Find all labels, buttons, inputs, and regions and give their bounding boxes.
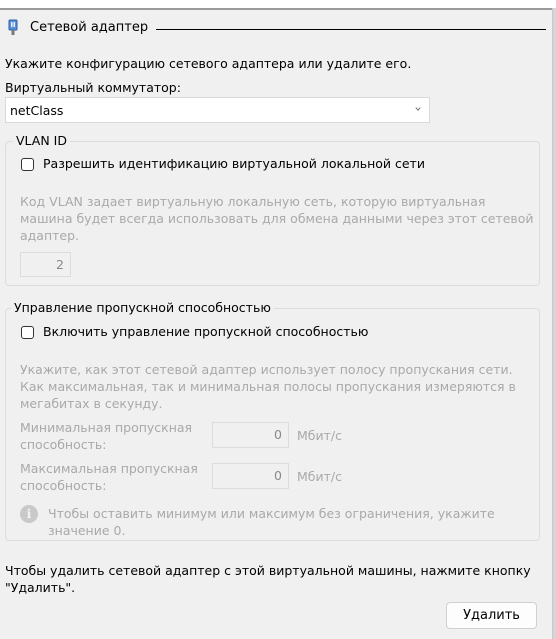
vlan-id-input[interactable]: 2 xyxy=(20,252,71,277)
bandwidth-description-line-1: Укажите, как этот сетевой адаптер исполь… xyxy=(20,362,513,377)
min-bandwidth-label-line-1: Минимальная пропускная xyxy=(20,420,193,435)
vlan-description-line-2: машина будет всегда использовать для обм… xyxy=(20,211,534,226)
vlan-checkbox[interactable] xyxy=(21,158,34,171)
section-header: Сетевой адаптер xyxy=(6,18,546,38)
chevron-down-icon xyxy=(415,107,421,111)
min-bandwidth-unit: Мбит/с xyxy=(297,428,342,443)
bandwidth-description-line-2: Как максимальная, так и минимальная поло… xyxy=(20,379,516,394)
vlan-checkbox-label[interactable]: Разрешить идентификацию виртуальной лока… xyxy=(43,156,425,171)
bandwidth-group-label: Управление пропускной способностью xyxy=(11,300,274,315)
remove-button[interactable]: Удалить xyxy=(446,602,537,629)
network-adapter-icon xyxy=(8,19,18,35)
vlan-description-line-1: Код VLAN задает виртуальную локальную се… xyxy=(20,194,486,209)
remove-text-line-1: Чтобы удалить сетевой адаптер с этой вир… xyxy=(5,563,531,578)
vlan-description-line-3: адаптер. xyxy=(20,228,80,243)
section-divider xyxy=(156,29,546,30)
min-bandwidth-input[interactable]: 0 xyxy=(212,422,289,448)
bandwidth-description-line-3: мегабитах в секунду. xyxy=(20,396,163,411)
info-icon: i xyxy=(20,505,38,523)
remove-text-line-2: "Удалить". xyxy=(5,580,76,595)
window-top-edge xyxy=(0,0,556,10)
max-bandwidth-label-line-1: Максимальная пропускная xyxy=(20,461,198,476)
info-text-line-1: Чтобы оставить минимум или максимум без … xyxy=(48,506,495,521)
max-bandwidth-label-line-2: способность: xyxy=(20,478,107,493)
max-bandwidth-input[interactable]: 0 xyxy=(212,463,289,489)
info-text-line-2: значение 0. xyxy=(48,523,126,538)
virtual-switch-value: netClass xyxy=(10,103,64,118)
min-bandwidth-label-line-2: способность: xyxy=(20,437,107,452)
max-bandwidth-unit: Мбит/с xyxy=(297,469,342,484)
section-title: Сетевой адаптер xyxy=(30,20,149,35)
bandwidth-checkbox[interactable] xyxy=(21,326,34,339)
virtual-switch-label: Виртуальный коммутатор: xyxy=(5,80,181,95)
virtual-switch-select[interactable]: netClass xyxy=(5,97,430,123)
scrollbar-track[interactable] xyxy=(552,8,556,639)
bandwidth-checkbox-label[interactable]: Включить управление пропускной способнос… xyxy=(43,324,368,339)
vlan-group-label: VLAN ID xyxy=(13,133,70,148)
intro-text: Укажите конфигурацию сетевого адаптера и… xyxy=(5,56,412,71)
